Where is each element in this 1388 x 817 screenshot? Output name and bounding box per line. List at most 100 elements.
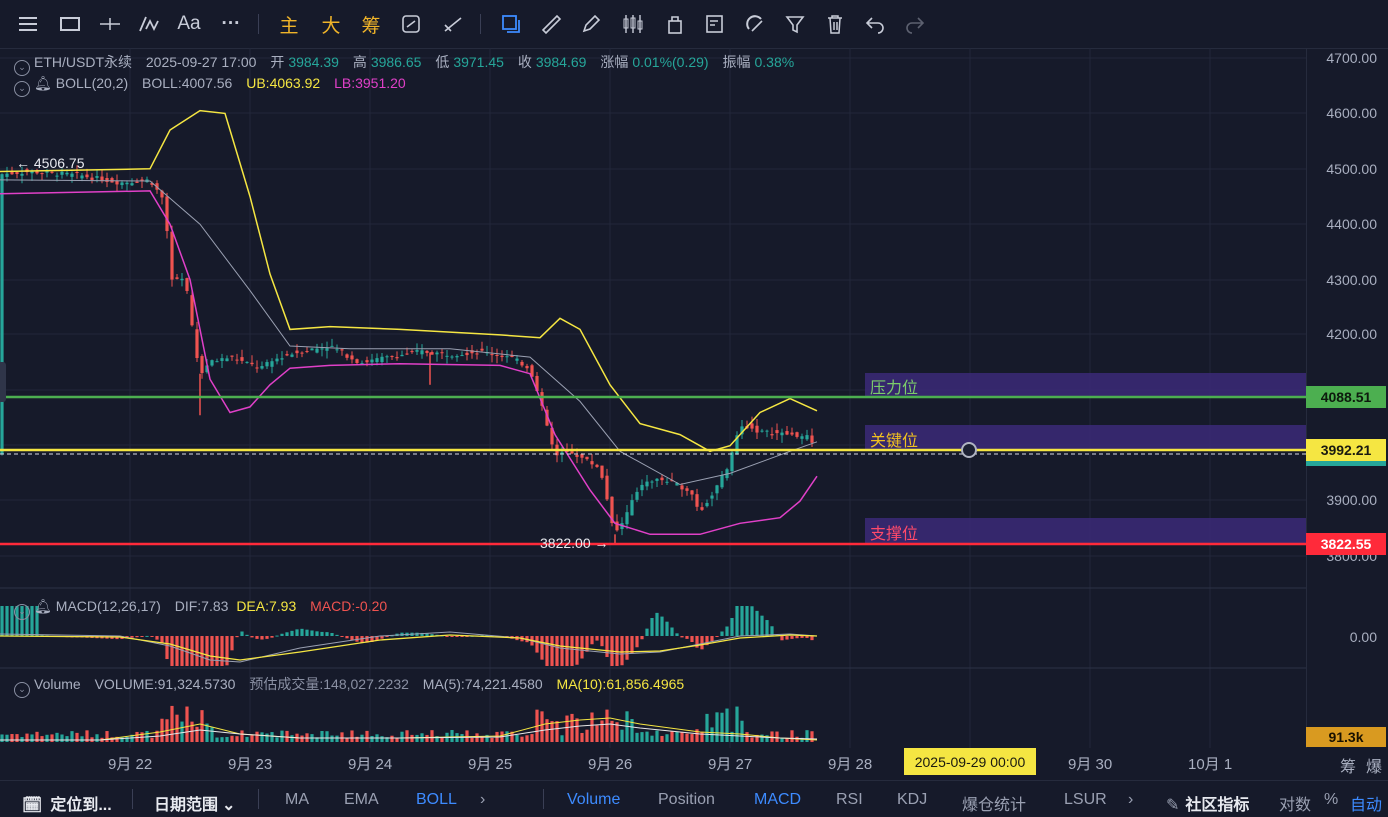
bell-icon[interactable]: 🔔︎ — [34, 75, 52, 91]
indicator-volume[interactable]: Volume — [567, 791, 620, 809]
log-scale-toggle[interactable]: 对数 — [1279, 791, 1311, 815]
macd-histogram-bar — [670, 627, 674, 636]
macd-histogram-bar — [345, 636, 349, 639]
volume-bar — [365, 730, 369, 742]
candle-body — [405, 353, 409, 355]
candle-body — [60, 171, 64, 175]
candle-body — [690, 490, 694, 495]
volume-bar — [80, 736, 84, 742]
candle-body — [625, 512, 629, 525]
candle-body — [260, 366, 264, 369]
community-indicator-button[interactable]: ✎ 社区指标 — [1166, 791, 1249, 815]
chip-button[interactable]: 筹 — [358, 10, 384, 38]
price-label: 4700.00 — [1326, 50, 1377, 66]
menu-icon[interactable] — [14, 10, 42, 38]
candle-body — [70, 173, 74, 177]
macd-histogram-bar — [160, 636, 164, 643]
collapse-icon[interactable]: ⌄ — [14, 60, 30, 76]
volume-bar — [55, 732, 59, 742]
volume-bar — [265, 733, 269, 742]
volume-bar — [735, 706, 739, 742]
candle-body — [420, 350, 424, 355]
chip-toggle[interactable]: 筹 — [1340, 753, 1356, 777]
macd-histogram-bar — [305, 629, 309, 636]
chevron-right-icon[interactable]: › — [1128, 791, 1133, 809]
volume-bar — [530, 734, 534, 742]
big-order-button[interactable]: 大 — [318, 10, 344, 38]
drag-handle — [961, 442, 977, 458]
auto-scale-toggle[interactable]: 自动 — [1350, 791, 1382, 815]
indicator-liquidation[interactable]: 爆仓统计 — [962, 791, 1026, 815]
crosshair-icon[interactable] — [96, 10, 124, 38]
ruler-icon[interactable] — [538, 10, 564, 38]
collapse-icon[interactable]: ⌄ — [14, 682, 30, 698]
macd-histogram-bar — [215, 636, 219, 666]
indicator-macd[interactable]: MACD — [754, 791, 801, 809]
boll-lower-line — [0, 190, 818, 536]
indicator-position[interactable]: Position — [658, 791, 715, 809]
date-range-dropdown[interactable]: 日期范围 ⌄ — [154, 791, 235, 815]
candle-body — [650, 481, 654, 483]
candle-body — [5, 173, 9, 177]
volume-bar — [750, 737, 754, 742]
percent-scale-toggle[interactable]: % — [1324, 791, 1338, 809]
candle-body — [280, 358, 284, 360]
candle-body — [165, 196, 169, 232]
boll-mid-line — [0, 179, 818, 486]
indicator-boll[interactable]: BOLL — [416, 791, 457, 809]
macd-histogram-bar — [720, 631, 724, 636]
window-icon[interactable] — [56, 10, 84, 38]
left-panel-handle[interactable] — [0, 362, 6, 402]
magnet-icon[interactable] — [742, 10, 768, 38]
candle-body — [415, 350, 419, 352]
font-icon[interactable]: Aa — [174, 10, 204, 38]
time-label: 9月 23 — [228, 756, 273, 773]
macd-histogram-bar — [540, 636, 544, 660]
pen-icon[interactable] — [578, 10, 604, 38]
time-axis[interactable]: 9月 22 9月 23 9月 24 9月 25 9月 26 9月 27 9月 2… — [0, 748, 1388, 778]
main-chart-button[interactable]: 主 — [276, 10, 302, 38]
undo-icon[interactable] — [862, 10, 888, 38]
redo-icon[interactable] — [902, 10, 928, 38]
volume-bar — [705, 713, 709, 742]
locate-button[interactable]: 🗓︎ 定位到... — [22, 791, 112, 815]
support-price-tag: 3822.55 — [1306, 533, 1386, 555]
indicator-ema[interactable]: EMA — [344, 791, 379, 809]
volume-bar — [300, 735, 304, 742]
lock-icon[interactable] — [662, 10, 688, 38]
indicator-icon[interactable] — [136, 10, 164, 38]
candle-body — [185, 278, 189, 291]
main-chart[interactable]: 压力位 关键位 支撑位 ← 4506.75 3822.00 → ⌄ ETH/USD… — [0, 48, 1306, 748]
macd-histogram-bar — [170, 636, 174, 666]
note-icon[interactable] — [702, 10, 728, 38]
chevron-right-icon[interactable]: › — [480, 791, 485, 809]
candle-body — [710, 495, 714, 499]
price-label: 3900.00 — [1326, 492, 1377, 508]
chevron-down-icon: ⌄ — [222, 797, 236, 814]
copy-icon[interactable] — [498, 10, 524, 38]
bell-icon[interactable]: 🔔︎ — [34, 598, 52, 614]
volume-bar — [95, 734, 99, 742]
indicator-lsur[interactable]: LSUR — [1064, 791, 1107, 809]
filter-icon[interactable] — [782, 10, 808, 38]
candle-icon[interactable] — [620, 10, 646, 38]
macd-histogram-bar — [130, 636, 134, 638]
macd-histogram-bar — [760, 615, 764, 636]
candle-body — [645, 481, 649, 487]
draw-line-icon[interactable] — [440, 10, 466, 38]
trash-icon[interactable] — [822, 10, 848, 38]
volume-bar — [580, 732, 584, 742]
indicator-kdj[interactable]: KDJ — [897, 791, 927, 809]
candle-body — [600, 465, 604, 478]
candle-body — [90, 177, 94, 180]
candle-body — [365, 360, 369, 363]
volume-bar — [5, 734, 9, 742]
indicator-ma[interactable]: MA — [285, 791, 309, 809]
sync-icon[interactable] — [398, 10, 424, 38]
indicator-rsi[interactable]: RSI — [836, 791, 863, 809]
more-icon[interactable]: ··· — [218, 10, 244, 38]
candle-body — [770, 434, 774, 436]
collapse-icon[interactable]: ⌄ — [14, 604, 30, 620]
collapse-icon[interactable]: ⌄ — [14, 81, 30, 97]
liquidation-toggle[interactable]: 爆 — [1366, 753, 1382, 777]
